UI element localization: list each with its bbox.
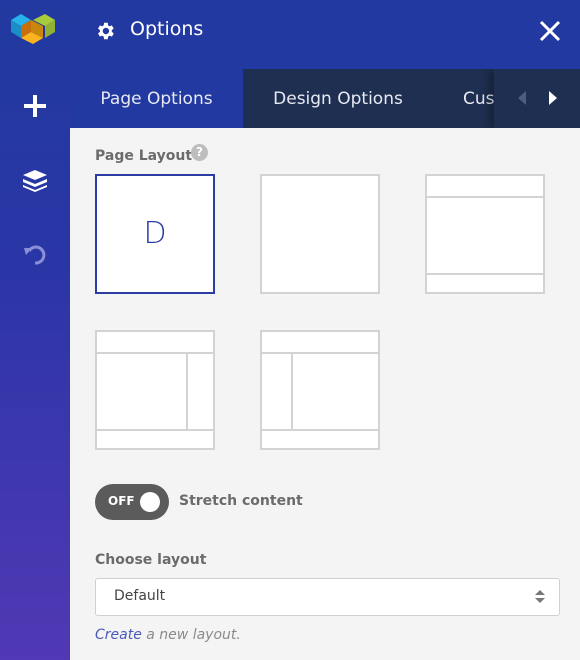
divider: [427, 196, 543, 198]
chevron-left-icon[interactable]: [518, 91, 526, 105]
sort-up-icon: [535, 590, 545, 595]
panel-title: Options: [130, 18, 204, 40]
stretch-content-label: Stretch content: [179, 493, 303, 509]
layout-select[interactable]: Default: [95, 578, 560, 616]
create-layout-text: Create a new layout.: [95, 627, 241, 643]
sort-down-icon: [535, 598, 545, 603]
plus-icon: [24, 95, 46, 117]
create-layout-rest: a new layout.: [141, 627, 241, 643]
tab-page-options[interactable]: Page Options: [70, 69, 243, 128]
layout-option-header-content-footer[interactable]: [425, 174, 545, 294]
toggle-knob: [140, 492, 160, 512]
layout-option-default[interactable]: D: [95, 174, 215, 294]
layout-option-left-sidebar[interactable]: [260, 330, 380, 450]
default-glyph: D: [143, 216, 167, 251]
create-layout-link[interactable]: Create: [95, 627, 142, 643]
undo-icon: [24, 245, 46, 265]
tab-label: Design Options: [273, 88, 403, 109]
help-icon[interactable]: ?: [191, 144, 208, 161]
page-options-panel: Page Layout ? D OFF Stretch content Choo…: [70, 128, 580, 660]
tab-design-options[interactable]: Design Options: [243, 69, 433, 128]
options-header: Options: [70, 0, 580, 69]
divider: [427, 273, 543, 275]
divider: [97, 429, 213, 431]
close-icon[interactable]: [538, 19, 562, 43]
divider: [97, 352, 213, 354]
choose-layout-label: Choose layout: [95, 552, 207, 568]
layers-icon: [23, 170, 47, 192]
sidebar: [0, 0, 70, 660]
layout-option-right-sidebar[interactable]: [95, 330, 215, 450]
tab-label: Page Options: [100, 88, 213, 109]
tree-view-button[interactable]: [0, 156, 70, 206]
cube-logo[interactable]: [7, 10, 59, 50]
layout-select-value: Default: [114, 588, 166, 604]
gear-icon: [98, 22, 114, 40]
page-layout-label: Page Layout: [95, 148, 193, 164]
add-element-button[interactable]: [0, 81, 70, 131]
undo-button[interactable]: [0, 230, 70, 280]
divider: [262, 352, 378, 354]
layout-option-full-width[interactable]: [260, 174, 380, 294]
divider: [186, 352, 188, 430]
stretch-content-toggle[interactable]: OFF: [95, 484, 169, 520]
tab-scroll-nav: [494, 69, 580, 128]
divider: [291, 352, 293, 430]
divider: [262, 429, 378, 431]
toggle-state: OFF: [108, 494, 135, 508]
chevron-right-icon[interactable]: [549, 91, 557, 105]
options-tabs: Page Options Design Options Custom CSS: [70, 69, 580, 128]
